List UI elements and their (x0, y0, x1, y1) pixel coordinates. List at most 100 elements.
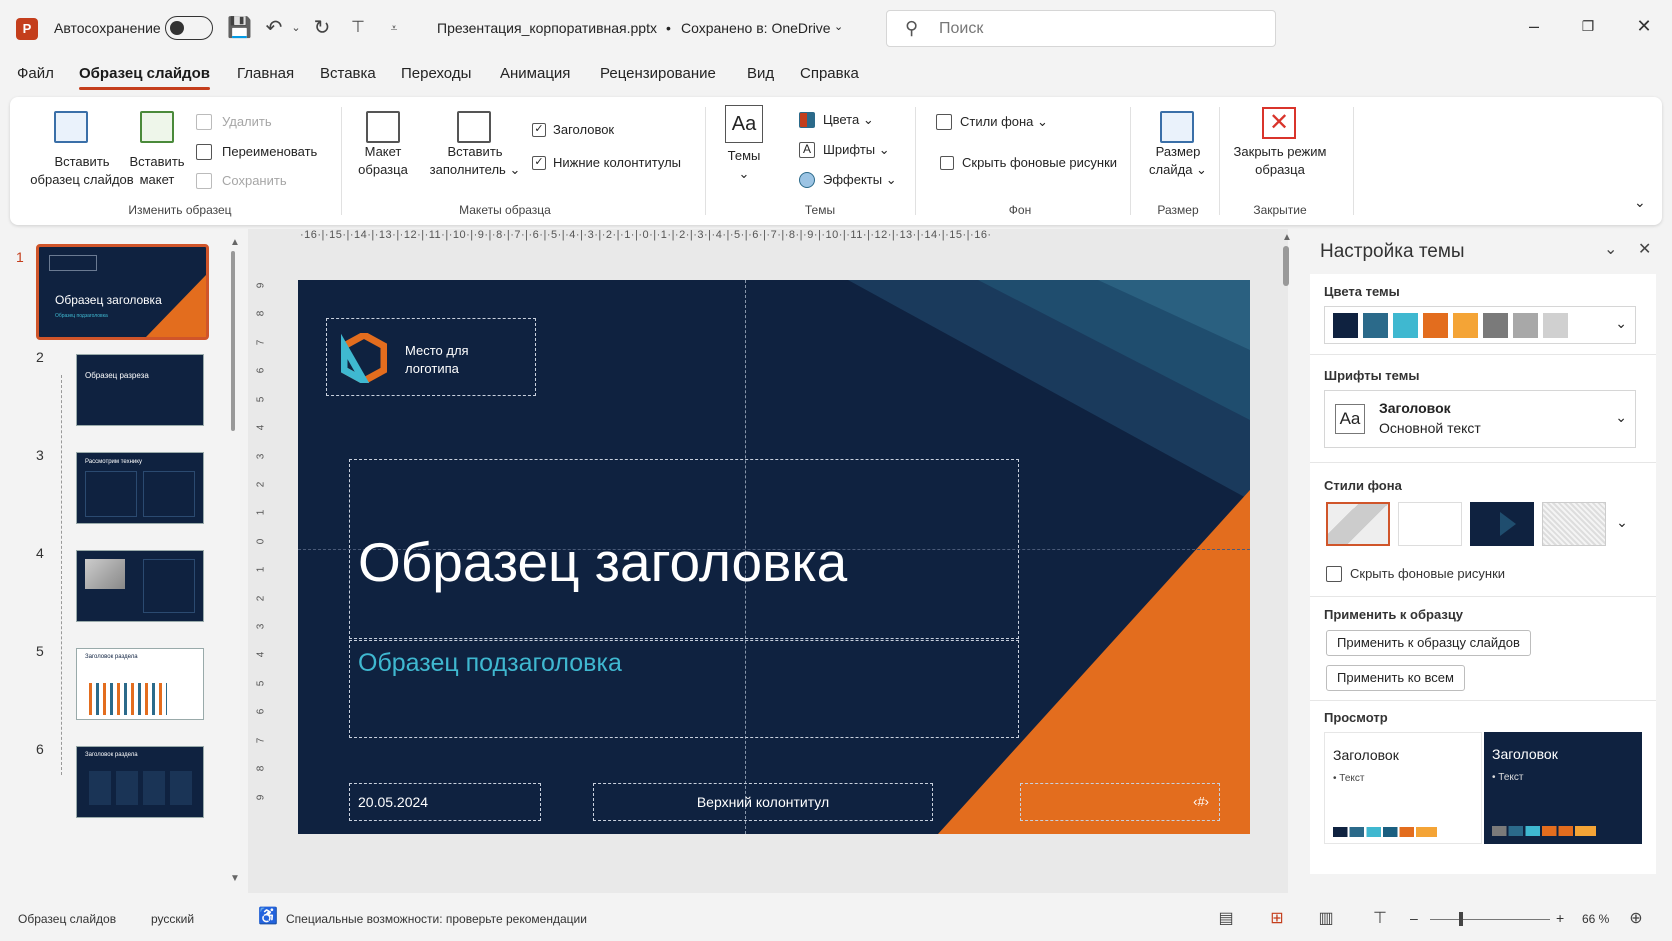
tab-view[interactable]: Вид (747, 65, 774, 82)
background-styles-chevron-icon[interactable]: ⌄ (1610, 514, 1634, 536)
zoom-out-icon[interactable]: – (1410, 910, 1418, 926)
date-placeholder[interactable]: 20.05.2024 (349, 783, 541, 821)
thumbnail-layout[interactable] (76, 550, 204, 622)
scroll-up-icon[interactable]: ▲ (230, 237, 240, 248)
divider (1310, 354, 1656, 355)
slide-canvas[interactable]: Место для логотипа Образец заголовка Обра… (298, 280, 1250, 834)
footer-placeholder[interactable]: Верхний колонтитул (593, 783, 933, 821)
slide-number-placeholder[interactable]: ‹#› (1020, 783, 1220, 821)
status-language[interactable]: русский (151, 912, 194, 926)
scroll-up-icon[interactable]: ▲ (1282, 232, 1292, 243)
redo-icon[interactable]: ↻ (310, 16, 334, 40)
scroll-down-icon[interactable]: ▼ (230, 873, 240, 884)
delete-button[interactable]: Удалить (222, 113, 272, 131)
close-window-icon[interactable]: ✕ (1632, 14, 1656, 38)
apply-to-master-button[interactable]: Применить к образцу слайдов (1326, 630, 1531, 656)
ruler-tick-label: 1 (255, 566, 267, 573)
fit-to-window-icon[interactable]: ⊕ (1624, 908, 1648, 930)
background-style-option[interactable] (1398, 502, 1462, 546)
background-style-option[interactable] (1470, 502, 1534, 546)
thumbnail-bar-chart (89, 683, 167, 715)
thumbnail-master[interactable]: Образец заголовка Образец подзаголовка (36, 244, 209, 340)
vertical-ruler: 9 8 7 6 5 4 3 2 1 0 1 2 3 4 5 6 7 8 9 (255, 280, 274, 820)
tab-review[interactable]: Рецензирование (600, 65, 716, 82)
search-box[interactable]: ⚲ Поиск (886, 10, 1276, 47)
undo-dropdown-icon[interactable]: ⌄ (284, 16, 308, 40)
thumbnail-layout[interactable]: Рассмотрим технику (76, 452, 204, 524)
zoom-in-icon[interactable]: + (1556, 910, 1564, 926)
restore-icon[interactable]: ❐ (1576, 14, 1600, 38)
logo-placeholder[interactable]: Место для логотипа (326, 318, 536, 396)
tab-file[interactable]: Файл (17, 65, 54, 82)
ruler-tick-label: 1 (255, 509, 267, 516)
background-style-option[interactable] (1542, 502, 1606, 546)
background-styles-heading: Стили фона (1324, 478, 1402, 493)
divider (1310, 596, 1656, 597)
zoom-level[interactable]: 66 % (1582, 912, 1609, 926)
thumbnail-scrollbar[interactable]: ▲ ▼ (230, 237, 240, 887)
group-label-edit-master: Изменить образец (128, 203, 232, 217)
theme-fonts-dropdown[interactable]: Aa Заголовок Основной текст ⌄ (1324, 390, 1636, 448)
status-accessibility[interactable]: Специальные возможности: проверьте реком… (286, 912, 587, 926)
thumbnail-layout[interactable]: Заголовок раздела (76, 746, 204, 818)
present-icon[interactable]: ⊤ (346, 16, 370, 40)
zoom-slider-track[interactable] (1430, 919, 1550, 920)
slide-size-button[interactable]: Размер слайда ⌄ (1140, 143, 1216, 179)
theme-settings-card: Цвета темы ⌄ Шрифты темы Aa Заголовок Ос… (1310, 274, 1656, 874)
thumbnail-layout[interactable]: Заголовок раздела (76, 648, 204, 720)
insert-placeholder-button[interactable]: Вставить заполнитель ⌄ (420, 143, 530, 179)
hexagon-logo-icon (341, 333, 387, 383)
hide-background-pane-checkbox[interactable] (1326, 566, 1342, 582)
pane-options-chevron-icon[interactable]: ⌄ (1604, 239, 1617, 259)
close-master-view-button[interactable]: Закрыть режим образца (1230, 143, 1330, 179)
autosave-toggle[interactable] (165, 16, 213, 40)
scrollbar-thumb[interactable] (231, 251, 235, 431)
background-styles-button[interactable]: Стили фона ⌄ (960, 113, 1048, 131)
slide-thumbnail-pane: 1 Образец заголовка Образец подзаголовка… (0, 229, 246, 893)
insert-layout-icon (140, 111, 174, 143)
title-checkbox[interactable]: ✓ (532, 123, 546, 137)
themes-button[interactable]: Темы ⌄ (718, 147, 770, 183)
rename-button[interactable]: Переименовать (222, 143, 317, 161)
effects-button[interactable]: Эффекты ⌄ (823, 171, 897, 189)
title-placeholder[interactable]: Образец заголовка (349, 459, 1019, 639)
collapse-ribbon-icon[interactable]: ⌄ (1634, 193, 1646, 211)
saved-status-chevron-icon[interactable]: ⌄ (834, 20, 843, 33)
tab-animations[interactable]: Анимация (500, 65, 570, 82)
footers-checkbox[interactable]: ✓ (532, 156, 546, 170)
background-style-option-selected[interactable] (1326, 502, 1390, 546)
colors-button[interactable]: Цвета ⌄ (823, 111, 874, 129)
scrollbar-thumb[interactable] (1283, 246, 1289, 286)
slide-sorter-view-icon[interactable]: ⊞ (1265, 908, 1289, 930)
undo-icon[interactable]: ↶ (262, 16, 286, 40)
tab-transitions[interactable]: Переходы (401, 65, 471, 82)
normal-view-icon[interactable]: ▤ (1214, 908, 1238, 930)
group-separator (915, 107, 916, 215)
saved-status[interactable]: Сохранено в: OneDrive (681, 20, 831, 36)
ruler-tick-label: 0 (255, 538, 267, 545)
tab-home[interactable]: Главная (237, 65, 294, 82)
customize-qa-icon[interactable]: ⩡ (382, 16, 406, 40)
hide-background-checkbox[interactable] (940, 156, 954, 170)
insert-layout-button[interactable]: Вставить макет (122, 153, 192, 189)
title-separator-dot: • (666, 20, 671, 36)
editor-scrollbar[interactable]: ▲ (1282, 232, 1292, 882)
zoom-slider-thumb[interactable] (1459, 912, 1463, 926)
tab-slide-master[interactable]: Образец слайдов (79, 65, 210, 90)
reading-view-icon[interactable]: ▥ (1314, 908, 1338, 930)
subtitle-placeholder[interactable]: Образец подзаголовка (349, 640, 1019, 738)
thumbnail-layout[interactable]: Образец разреза (76, 354, 204, 426)
font-body-name: Основной текст (1379, 420, 1481, 436)
save-icon[interactable]: 💾 (227, 16, 252, 40)
tab-insert[interactable]: Вставка (320, 65, 376, 82)
theme-colors-dropdown[interactable]: ⌄ (1324, 306, 1636, 344)
preview-dark-title: Заголовок (1492, 746, 1558, 762)
minimize-icon[interactable]: – (1522, 14, 1546, 38)
fonts-button[interactable]: Шрифты ⌄ (823, 141, 890, 159)
apply-to-all-button[interactable]: Применить ко всем (1326, 665, 1465, 691)
slideshow-view-icon[interactable]: ⊤ (1368, 908, 1392, 930)
pane-close-icon[interactable]: ✕ (1638, 239, 1651, 259)
tab-help[interactable]: Справка (800, 65, 859, 82)
preserve-button[interactable]: Сохранить (222, 172, 287, 190)
master-layout-button[interactable]: Макет образца (350, 143, 416, 179)
